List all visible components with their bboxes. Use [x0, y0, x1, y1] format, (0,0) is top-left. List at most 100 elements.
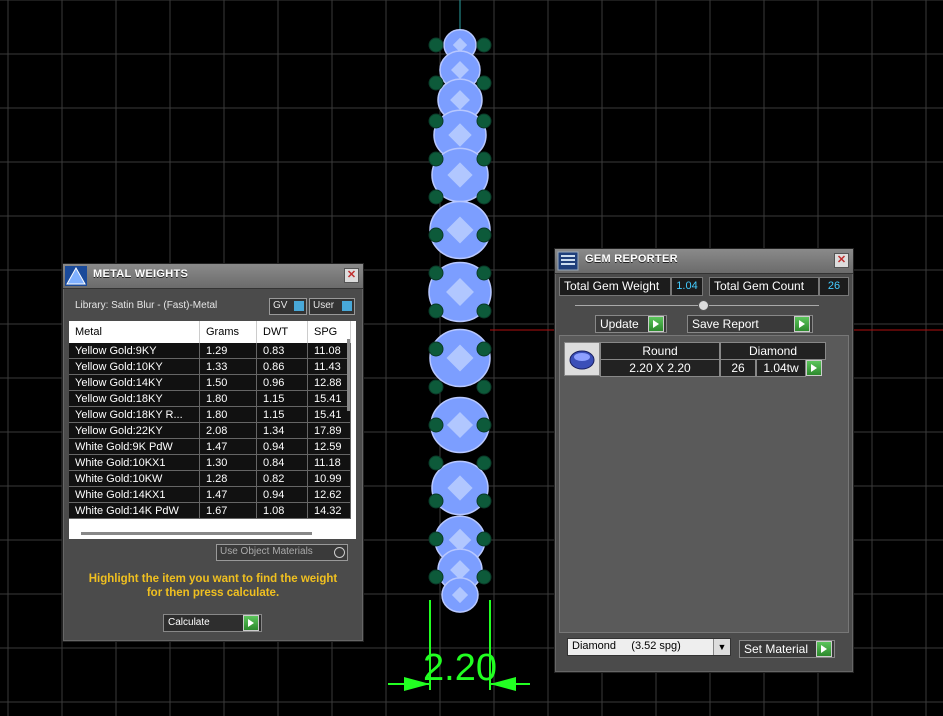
- eternity-band-model: [428, 29, 492, 613]
- total-gem-count-label: Total Gem Count: [709, 277, 819, 296]
- prong-bead: [476, 265, 492, 281]
- table-cell: 17.89: [307, 422, 351, 439]
- table-cell: Yellow Gold:14KY: [69, 374, 200, 391]
- table-cell: Yellow Gold:18KY: [69, 390, 200, 407]
- table-row[interactable]: Yellow Gold:9KY 1.29 0.83 11.08: [69, 343, 351, 359]
- update-label: Update: [600, 317, 639, 331]
- metal-weights-logo-icon: [65, 266, 87, 286]
- material-select[interactable]: Diamond (3.52 spg) ▼: [567, 638, 731, 656]
- splitter-handle[interactable]: [698, 300, 709, 311]
- gv-toggle[interactable]: GV: [269, 298, 307, 315]
- table-row[interactable]: Yellow Gold:10KY 1.33 0.86 11.43: [69, 358, 351, 375]
- column-header[interactable]: Grams: [199, 321, 257, 343]
- table-cell: 1.29: [199, 343, 257, 359]
- prong-bead: [428, 455, 444, 471]
- table-row[interactable]: White Gold:9K PdW 1.47 0.94 12.59: [69, 438, 351, 455]
- table-cell: 1.80: [199, 390, 257, 407]
- gem-list-area[interactable]: Round Diamond 2.20 X 2.20 26 1.04tw: [559, 335, 849, 633]
- radio-icon: [334, 547, 345, 558]
- table-cell: White Gold:10KW: [69, 470, 200, 487]
- table-row[interactable]: Yellow Gold:22KY 2.08 1.34 17.89: [69, 422, 351, 439]
- play-arrow-icon: [243, 615, 259, 631]
- metal-weights-titlebar[interactable]: METAL WEIGHTS ✕: [63, 264, 363, 289]
- instruction-text: Highlight the item you want to find the …: [88, 573, 338, 599]
- table-row[interactable]: White Gold:10KW 1.28 0.82 10.99: [69, 470, 351, 487]
- table-row[interactable]: Yellow Gold:18KY R... 1.80 1.15 15.41: [69, 406, 351, 423]
- gem-reporter-titlebar[interactable]: GEM REPORTER ✕: [555, 249, 853, 274]
- vertical-scrollbar[interactable]: [347, 339, 350, 411]
- table-cell: 2.08: [199, 422, 257, 439]
- prong-bead: [428, 227, 444, 243]
- table-cell: 0.94: [256, 438, 308, 455]
- table-cell: 1.80: [199, 406, 257, 423]
- metal-weights-table[interactable]: Metal Grams DWT SPG Yellow Gold:9KY 1.29 0.83…: [69, 321, 356, 539]
- play-arrow-icon[interactable]: [806, 360, 822, 376]
- table-cell: 12.59: [307, 438, 351, 455]
- total-gem-count-value: 26: [819, 277, 849, 296]
- update-button[interactable]: Update: [595, 315, 667, 333]
- table-cell: 0.96: [256, 374, 308, 391]
- table-cell: 12.88: [307, 374, 351, 391]
- gem-weight: 1.04tw: [756, 359, 806, 377]
- table-cell: 1.47: [199, 486, 257, 503]
- gem-thumbnail: [564, 342, 600, 376]
- table-cell: 1.15: [256, 390, 308, 407]
- table-row[interactable]: Yellow Gold:18KY 1.80 1.15 15.41: [69, 390, 351, 407]
- prong-bead: [476, 151, 492, 167]
- calculate-label: Calculate: [168, 617, 210, 628]
- chevron-down-icon: ▼: [713, 639, 730, 655]
- prong-bead: [428, 341, 444, 357]
- table-cell: 1.50: [199, 374, 257, 391]
- table-row[interactable]: White Gold:10KX1 1.30 0.84 11.18: [69, 454, 351, 471]
- close-icon[interactable]: ✕: [344, 268, 359, 283]
- prong-bead: [428, 113, 444, 129]
- table-row[interactable]: Yellow Gold:14KY 1.50 0.96 12.88: [69, 374, 351, 391]
- use-object-materials-toggle[interactable]: Use Object Materials: [216, 544, 348, 561]
- dimension-label: 2.20: [423, 647, 497, 689]
- gem-shape: Round: [600, 342, 720, 360]
- splitter-line: [575, 305, 819, 306]
- table-cell: 1.67: [199, 502, 257, 519]
- table-row[interactable]: White Gold:14KX1 1.47 0.94 12.62: [69, 486, 351, 503]
- table-cell: 1.08: [256, 502, 308, 519]
- set-material-button[interactable]: Set Material: [739, 640, 835, 658]
- calculate-button[interactable]: Calculate: [163, 614, 262, 632]
- play-arrow-icon: [816, 641, 832, 657]
- horizontal-scrollbar[interactable]: [81, 532, 312, 535]
- gem-row[interactable]: Round Diamond 2.20 X 2.20 26 1.04tw: [564, 342, 826, 377]
- table-cell: 1.28: [199, 470, 257, 487]
- table-cell: Yellow Gold:9KY: [69, 343, 200, 359]
- table-cell: 0.82: [256, 470, 308, 487]
- column-header[interactable]: DWT: [256, 321, 308, 343]
- gem-reporter-title: GEM REPORTER: [585, 253, 678, 265]
- column-header[interactable]: SPG: [307, 321, 351, 343]
- table-cell: 15.41: [307, 406, 351, 423]
- table-cell: 1.47: [199, 438, 257, 455]
- table-cell: 0.84: [256, 454, 308, 471]
- close-icon[interactable]: ✕: [834, 253, 849, 268]
- user-toggle[interactable]: User: [309, 298, 355, 315]
- user-toggle-indicator: [342, 301, 352, 311]
- prong-bead: [476, 303, 492, 319]
- table-cell: 0.94: [256, 486, 308, 503]
- table-cell: 1.30: [199, 454, 257, 471]
- table-cell: 11.08: [307, 343, 351, 359]
- use-object-materials-label: Use Object Materials: [220, 546, 313, 557]
- play-arrow-icon: [648, 316, 664, 332]
- metal-weights-title: METAL WEIGHTS: [93, 268, 189, 280]
- table-cell: 0.86: [256, 358, 308, 375]
- prong-bead: [428, 379, 444, 395]
- gem-material: Diamond: [720, 342, 826, 360]
- prong-bead: [476, 227, 492, 243]
- table-row[interactable]: White Gold:14K PdW 1.67 1.08 14.32: [69, 502, 351, 519]
- table-cell: White Gold:14K PdW: [69, 502, 200, 519]
- prong-bead: [428, 37, 444, 53]
- prong-bead: [476, 531, 492, 547]
- gem-count: 26: [720, 359, 756, 377]
- library-label: Library: Satin Blur - (Fast)-Metal: [75, 300, 218, 311]
- save-report-button[interactable]: Save Report: [687, 315, 813, 333]
- table-cell: 1.33: [199, 358, 257, 375]
- column-header[interactable]: Metal: [69, 321, 200, 343]
- prong-bead: [476, 379, 492, 395]
- total-gem-weight-label: Total Gem Weight: [559, 277, 671, 296]
